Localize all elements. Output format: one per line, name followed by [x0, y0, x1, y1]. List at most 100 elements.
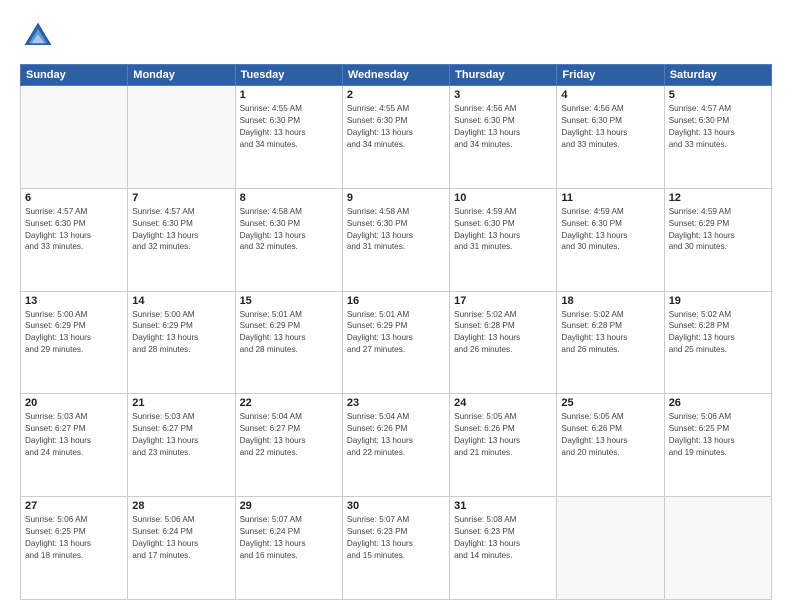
- calendar-cell: 10 Sunrise: 4:59 AM Sunset: 6:30 PM Dayli…: [450, 188, 557, 291]
- calendar-table: SundayMondayTuesdayWednesdayThursdayFrid…: [20, 64, 772, 600]
- day-number: 20: [25, 397, 123, 409]
- day-number: 16: [347, 295, 445, 307]
- calendar-cell: 4Sunrise: 4:56 AM Sunset: 6:30 PM Daylig…: [557, 86, 664, 189]
- header: [20, 18, 772, 54]
- day-number: 19: [669, 295, 767, 307]
- week-row-2: 6Sunrise: 4:57 AM Sunset: 6:30 PM Daylig…: [21, 188, 772, 291]
- day-number: 5: [669, 89, 767, 101]
- day-number: 30: [347, 500, 445, 512]
- calendar-cell: 27Sunrise: 5:06 AM Sunset: 6:25 PM Dayli…: [21, 497, 128, 600]
- calendar-cell: 7 Sunrise: 4:57 AM Sunset: 6:30 PM Daylig…: [128, 188, 235, 291]
- weekday-wednesday: Wednesday: [342, 65, 449, 86]
- day-info: Sunrise: 5:07 AM Sunset: 6:23 PM Dayligh…: [347, 514, 445, 562]
- day-info: Sunrise: 5:06 AM Sunset: 6:25 PM Dayligh…: [25, 514, 123, 562]
- day-info: Sunrise: 5:05 AM Sunset: 6:26 PM Dayligh…: [454, 411, 552, 459]
- calendar-cell: 11 Sunrise: 4:59 AM Sunset: 6:30 PM Dayli…: [557, 188, 664, 291]
- day-number: 3: [454, 89, 552, 101]
- day-info: Sunrise: 5:02 AM Sunset: 6:28 PM Dayligh…: [454, 309, 552, 357]
- day-info: Sunrise: 5:07 AM Sunset: 6:24 PM Dayligh…: [240, 514, 338, 562]
- day-number: 7: [132, 192, 230, 204]
- day-number: 13: [25, 295, 123, 307]
- calendar-cell: 6Sunrise: 4:57 AM Sunset: 6:30 PM Daylig…: [21, 188, 128, 291]
- calendar-cell: [557, 497, 664, 600]
- day-number: 8: [240, 192, 338, 204]
- calendar-cell: 30 Sunrise: 5:07 AM Sunset: 6:23 PM Dayli…: [342, 497, 449, 600]
- day-info: Sunrise: 4:58 AM Sunset: 6:30 PM Dayligh…: [240, 206, 338, 254]
- day-number: 1: [240, 89, 338, 101]
- calendar-cell: 21Sunrise: 5:03 AM Sunset: 6:27 PM Dayli…: [128, 394, 235, 497]
- day-number: 10: [454, 192, 552, 204]
- day-info: Sunrise: 4:57 AM Sunset: 6:30 PM Dayligh…: [25, 206, 123, 254]
- day-info: Sunrise: 5:06 AM Sunset: 6:25 PM Dayligh…: [669, 411, 767, 459]
- day-info: Sunrise: 5:08 AM Sunset: 6:23 PM Dayligh…: [454, 514, 552, 562]
- day-info: Sunrise: 5:06 AM Sunset: 6:24 PM Dayligh…: [132, 514, 230, 562]
- calendar-cell: [21, 86, 128, 189]
- weekday-sunday: Sunday: [21, 65, 128, 86]
- day-number: 2: [347, 89, 445, 101]
- calendar-cell: 19 Sunrise: 5:02 AM Sunset: 6:28 PM Dayli…: [664, 291, 771, 394]
- calendar-cell: 24 Sunrise: 5:05 AM Sunset: 6:26 PM Dayli…: [450, 394, 557, 497]
- calendar-cell: 31 Sunrise: 5:08 AM Sunset: 6:23 PM Dayli…: [450, 497, 557, 600]
- calendar-cell: [128, 86, 235, 189]
- day-number: 9: [347, 192, 445, 204]
- day-number: 14: [132, 295, 230, 307]
- weekday-thursday: Thursday: [450, 65, 557, 86]
- calendar-cell: 26 Sunrise: 5:06 AM Sunset: 6:25 PM Dayli…: [664, 394, 771, 497]
- day-number: 15: [240, 295, 338, 307]
- day-number: 29: [240, 500, 338, 512]
- calendar-cell: 22 Sunrise: 5:04 AM Sunset: 6:27 PM Dayli…: [235, 394, 342, 497]
- weekday-friday: Friday: [557, 65, 664, 86]
- day-info: Sunrise: 5:02 AM Sunset: 6:28 PM Dayligh…: [669, 309, 767, 357]
- day-info: Sunrise: 4:59 AM Sunset: 6:30 PM Dayligh…: [561, 206, 659, 254]
- day-number: 23: [347, 397, 445, 409]
- day-info: Sunrise: 4:55 AM Sunset: 6:30 PM Dayligh…: [347, 103, 445, 151]
- day-number: 17: [454, 295, 552, 307]
- day-info: Sunrise: 5:01 AM Sunset: 6:29 PM Dayligh…: [240, 309, 338, 357]
- calendar-cell: 18Sunrise: 5:02 AM Sunset: 6:28 PM Dayli…: [557, 291, 664, 394]
- week-row-5: 27Sunrise: 5:06 AM Sunset: 6:25 PM Dayli…: [21, 497, 772, 600]
- calendar-cell: [664, 497, 771, 600]
- day-info: Sunrise: 4:55 AM Sunset: 6:30 PM Dayligh…: [240, 103, 338, 151]
- day-number: 25: [561, 397, 659, 409]
- day-info: Sunrise: 5:00 AM Sunset: 6:29 PM Dayligh…: [132, 309, 230, 357]
- weekday-saturday: Saturday: [664, 65, 771, 86]
- day-info: Sunrise: 4:58 AM Sunset: 6:30 PM Dayligh…: [347, 206, 445, 254]
- day-info: Sunrise: 4:56 AM Sunset: 6:30 PM Dayligh…: [561, 103, 659, 151]
- day-info: Sunrise: 5:05 AM Sunset: 6:26 PM Dayligh…: [561, 411, 659, 459]
- calendar-cell: 25 Sunrise: 5:05 AM Sunset: 6:26 PM Dayli…: [557, 394, 664, 497]
- day-number: 28: [132, 500, 230, 512]
- calendar-cell: 2 Sunrise: 4:55 AM Sunset: 6:30 PM Daylig…: [342, 86, 449, 189]
- logo-icon: [20, 18, 56, 54]
- day-info: Sunrise: 4:56 AM Sunset: 6:30 PM Dayligh…: [454, 103, 552, 151]
- day-info: Sunrise: 4:57 AM Sunset: 6:30 PM Dayligh…: [132, 206, 230, 254]
- weekday-monday: Monday: [128, 65, 235, 86]
- calendar-cell: 9 Sunrise: 4:58 AM Sunset: 6:30 PM Daylig…: [342, 188, 449, 291]
- calendar-cell: 15 Sunrise: 5:01 AM Sunset: 6:29 PM Dayli…: [235, 291, 342, 394]
- calendar-cell: 20 Sunrise: 5:03 AM Sunset: 6:27 PM Dayli…: [21, 394, 128, 497]
- day-number: 26: [669, 397, 767, 409]
- day-number: 24: [454, 397, 552, 409]
- day-info: Sunrise: 4:59 AM Sunset: 6:30 PM Dayligh…: [454, 206, 552, 254]
- calendar-cell: 12 Sunrise: 4:59 AM Sunset: 6:29 PM Dayli…: [664, 188, 771, 291]
- day-number: 12: [669, 192, 767, 204]
- day-info: Sunrise: 5:02 AM Sunset: 6:28 PM Dayligh…: [561, 309, 659, 357]
- calendar-cell: 3 Sunrise: 4:56 AM Sunset: 6:30 PM Daylig…: [450, 86, 557, 189]
- week-row-1: 1 Sunrise: 4:55 AM Sunset: 6:30 PM Daylig…: [21, 86, 772, 189]
- week-row-4: 20 Sunrise: 5:03 AM Sunset: 6:27 PM Dayli…: [21, 394, 772, 497]
- day-info: Sunrise: 4:59 AM Sunset: 6:29 PM Dayligh…: [669, 206, 767, 254]
- calendar-cell: 17 Sunrise: 5:02 AM Sunset: 6:28 PM Dayli…: [450, 291, 557, 394]
- day-number: 21: [132, 397, 230, 409]
- day-info: Sunrise: 5:00 AM Sunset: 6:29 PM Dayligh…: [25, 309, 123, 357]
- calendar-cell: 14 Sunrise: 5:00 AM Sunset: 6:29 PM Dayli…: [128, 291, 235, 394]
- calendar-cell: 1 Sunrise: 4:55 AM Sunset: 6:30 PM Daylig…: [235, 86, 342, 189]
- day-info: Sunrise: 5:03 AM Sunset: 6:27 PM Dayligh…: [25, 411, 123, 459]
- page: SundayMondayTuesdayWednesdayThursdayFrid…: [0, 0, 792, 612]
- logo: [20, 18, 60, 54]
- week-row-3: 13 Sunrise: 5:00 AM Sunset: 6:29 PM Dayli…: [21, 291, 772, 394]
- day-number: 11: [561, 192, 659, 204]
- calendar-cell: 29 Sunrise: 5:07 AM Sunset: 6:24 PM Dayli…: [235, 497, 342, 600]
- day-info: Sunrise: 5:04 AM Sunset: 6:27 PM Dayligh…: [240, 411, 338, 459]
- day-number: 31: [454, 500, 552, 512]
- day-number: 22: [240, 397, 338, 409]
- day-info: Sunrise: 5:04 AM Sunset: 6:26 PM Dayligh…: [347, 411, 445, 459]
